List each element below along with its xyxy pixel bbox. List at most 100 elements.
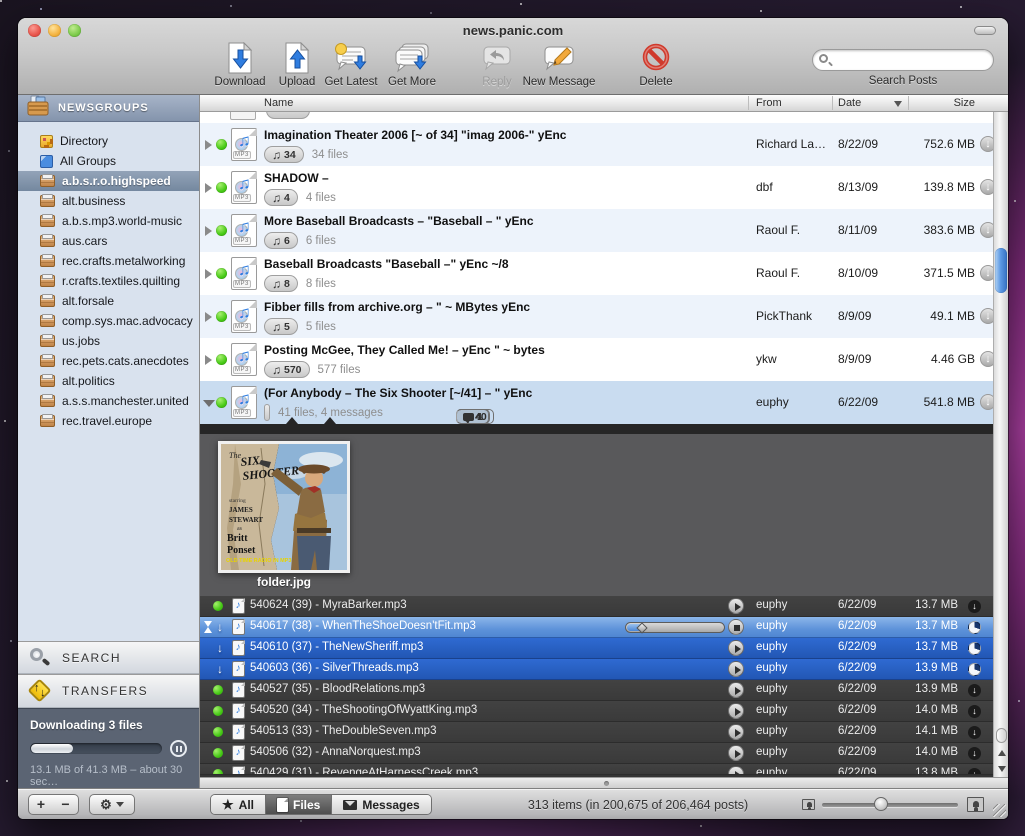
file-row-partial[interactable]: 540429 (31) - RevengeAtHarnessCreek.mp3 …: [200, 764, 1008, 775]
play-button[interactable]: [728, 766, 744, 775]
search-input[interactable]: [812, 49, 994, 71]
remove-button[interactable]: −: [53, 794, 79, 815]
slider-thumb[interactable]: [874, 797, 888, 811]
search-area: Search Posts: [812, 49, 994, 87]
column-name[interactable]: Name: [264, 97, 293, 109]
column-header: Name From Date Size: [200, 95, 1008, 112]
column-size[interactable]: Size: [899, 97, 975, 109]
filter-all-button[interactable]: ★ All: [211, 795, 266, 814]
file-row-queued[interactable]: ↓ 540610 (37) - TheNewSheriff.mp3 euphy …: [200, 638, 1008, 659]
disclosure-triangle-icon[interactable]: [205, 140, 212, 150]
sidebar-item-cats-anecdotes[interactable]: rec.pets.cats.anecdotes: [18, 351, 199, 371]
play-button[interactable]: [728, 682, 744, 698]
disclosure-triangle-icon[interactable]: [205, 226, 212, 236]
post-row[interactable]: ♫MP3 SHADOW – ♫4 4 files dbf 8/13/09 139…: [200, 166, 1008, 209]
sidebar-item-metalworking[interactable]: rec.crafts.metalworking: [18, 251, 199, 271]
scroll-up-button[interactable]: [994, 745, 1008, 761]
horizontal-scrollbar[interactable]: [200, 777, 1008, 788]
toolbar-toggle-button[interactable]: [974, 26, 996, 35]
file-row[interactable]: 540506 (32) - AnnaNorquest.mp3 euphy 6/2…: [200, 743, 1008, 764]
column-from[interactable]: From: [756, 97, 782, 109]
file-count-badges: ♫40 1 4: [264, 404, 270, 421]
downloaded-arrow-icon[interactable]: ↓: [968, 726, 981, 739]
get-more-button[interactable]: Get More: [376, 42, 448, 88]
upload-icon: [282, 42, 312, 74]
file-row[interactable]: 540513 (33) - TheDoubleSeven.mp3 euphy 6…: [200, 722, 1008, 743]
play-button[interactable]: [728, 640, 744, 656]
sidebar-item-quilting[interactable]: r.crafts.textiles.quilting: [18, 271, 199, 291]
sidebar-item-manchester-united[interactable]: a.s.s.manchester.united: [18, 391, 199, 411]
sidebar-item-directory[interactable]: Directory: [18, 131, 199, 151]
small-size-icon[interactable]: [802, 799, 815, 810]
disclosure-triangle-icon[interactable]: [205, 269, 212, 279]
pause-button[interactable]: [170, 740, 187, 757]
file-row-queued[interactable]: ↓ 540603 (36) - SilverThreads.mp3 euphy …: [200, 659, 1008, 680]
large-size-icon[interactable]: [967, 797, 984, 812]
delete-button[interactable]: Delete: [620, 42, 692, 88]
post-row[interactable]: ♫MP3 Posting McGee, They Called Me! – yE…: [200, 338, 1008, 381]
music-note-icon: ♫: [272, 191, 281, 205]
transfers-section-header[interactable]: ↑↓ TRANSFERS: [18, 674, 199, 708]
album-art-thumbnail[interactable]: The SIX SHOOTER starring JAMES STEWART a…: [218, 441, 350, 573]
post-size: 752.6 MB: [899, 137, 975, 151]
stop-button[interactable]: [728, 619, 744, 635]
play-button[interactable]: [728, 724, 744, 740]
sidebar-item-alt-business[interactable]: alt.business: [18, 191, 199, 211]
downloaded-arrow-icon[interactable]: ↓: [968, 684, 981, 697]
disclosure-triangle-expanded-icon[interactable]: [203, 400, 215, 407]
filter-files-button[interactable]: Files: [266, 795, 332, 814]
file-row[interactable]: 540624 (39) - MyraBarker.mp3 euphy 6/22/…: [200, 596, 1008, 617]
disclosure-triangle-icon[interactable]: [205, 355, 212, 365]
resize-grip[interactable]: [993, 804, 1006, 817]
new-message-button[interactable]: New Message: [523, 42, 595, 88]
search-section-header[interactable]: SEARCH: [18, 641, 199, 674]
action-menu-button[interactable]: ⚙: [89, 794, 135, 815]
audio-file-icon: [232, 598, 245, 614]
mp3-file-icon: ♫MP3: [231, 171, 257, 204]
file-row[interactable]: 540520 (34) - TheShootingOfWyattKing.mp3…: [200, 701, 1008, 722]
column-date[interactable]: Date: [838, 97, 861, 109]
sidebar-item-label: comp.sys.mac.advocacy: [62, 314, 193, 328]
sidebar-item-all-groups[interactable]: All Groups: [18, 151, 199, 171]
scrollbar-thumb[interactable]: [995, 248, 1007, 293]
post-row[interactable]: ♫MP3 Fibber fills from archive.org – " ~…: [200, 295, 1008, 338]
scroll-down-button[interactable]: [994, 761, 1008, 777]
play-button[interactable]: [728, 703, 744, 719]
sidebar-item-alt-politics[interactable]: alt.politics: [18, 371, 199, 391]
download-progress-slider[interactable]: [625, 622, 725, 633]
inner-scrollbar-thumb[interactable]: [996, 728, 1007, 743]
add-button[interactable]: +: [28, 794, 54, 815]
downloaded-arrow-icon[interactable]: ↓: [968, 747, 981, 760]
sidebar-item-mac-advocacy[interactable]: comp.sys.mac.advocacy: [18, 311, 199, 331]
post-row[interactable]: ♫MP3 More Baseball Broadcasts – "Basebal…: [200, 209, 1008, 252]
downloaded-arrow-icon[interactable]: ↓: [968, 600, 981, 613]
post-row[interactable]: ♫MP3 Imagination Theater 2006 [~ of 34] …: [200, 123, 1008, 166]
play-button[interactable]: [728, 661, 744, 677]
sidebar-item-aus-cars[interactable]: aus.cars: [18, 231, 199, 251]
disclosure-triangle-icon[interactable]: [205, 183, 212, 193]
sidebar-item-world-music[interactable]: a.b.s.mp3.world-music: [18, 211, 199, 231]
downloaded-arrow-icon[interactable]: ↓: [968, 768, 981, 775]
downloaded-arrow-icon[interactable]: ↓: [968, 705, 981, 718]
play-button[interactable]: [728, 598, 744, 614]
transfers-detail: 13.1 MB of 41.3 MB – about 30 sec…: [30, 764, 187, 788]
play-button[interactable]: [728, 745, 744, 761]
file-name: 540506 (32) - AnnaNorquest.mp3: [250, 746, 421, 758]
sidebar-item-us-jobs[interactable]: us.jobs: [18, 331, 199, 351]
expanded-area-top-strip: [200, 424, 1008, 434]
file-row[interactable]: 540527 (35) - BloodRelations.mp3 euphy 6…: [200, 680, 1008, 701]
post-row-selected[interactable]: ♫MP3 (For Anybody – The Six Shooter [~/4…: [200, 381, 1008, 424]
sidebar-item-travel-europe[interactable]: rec.travel.europe: [18, 411, 199, 431]
vertical-scrollbar[interactable]: [993, 112, 1008, 777]
file-row-downloading[interactable]: ↓ 540617 (38) - WhenTheShoeDoesn'tFit.mp…: [200, 617, 1008, 638]
post-from: Raoul F.: [756, 266, 832, 280]
slider-track[interactable]: [822, 803, 958, 807]
post-title: (For Anybody – The Six Shooter [~/41] – …: [264, 386, 532, 400]
newsgroup-folder-icon: [40, 235, 55, 247]
post-subtitle: 4 files: [306, 192, 336, 204]
disclosure-triangle-icon[interactable]: [205, 312, 212, 322]
sidebar-item-absro-highspeed[interactable]: a.b.s.r.o.highspeed: [18, 171, 199, 191]
post-row[interactable]: ♫MP3 Baseball Broadcasts "Baseball –" yE…: [200, 252, 1008, 295]
sidebar-item-alt-forsale[interactable]: alt.forsale: [18, 291, 199, 311]
filter-messages-button[interactable]: Messages: [332, 795, 430, 814]
